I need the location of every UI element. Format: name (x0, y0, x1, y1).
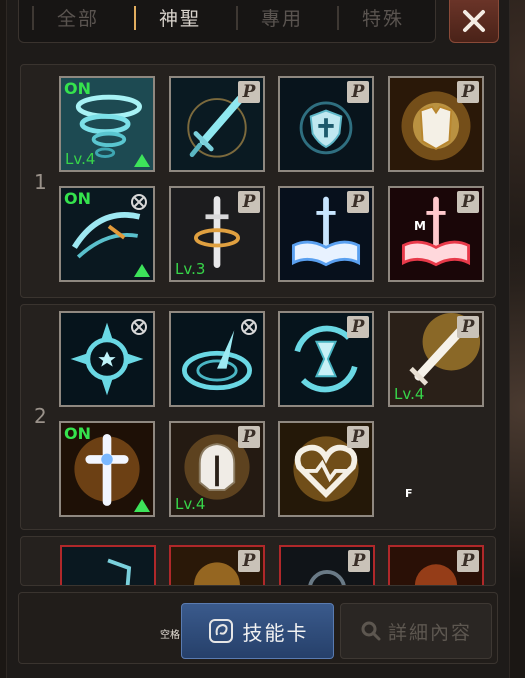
passive-badge: P (348, 550, 370, 572)
skill-slot-holy-book[interactable]: P (278, 186, 374, 282)
skill-slot-helmet[interactable]: P Lv.4 (169, 421, 265, 517)
tab-holy[interactable]: 神聖 (159, 4, 201, 34)
skill-card-label: 技能卡 (242, 620, 309, 645)
active-tab-marker (134, 6, 136, 30)
skill-slot-holy-cross[interactable]: ON (59, 421, 155, 517)
tab-separator (337, 6, 339, 30)
details-label: 詳細內容 (387, 621, 472, 644)
passive-badge: P (238, 81, 260, 103)
skill-group-3: P P P (20, 536, 496, 586)
skill-slot-red-book[interactable]: P M (388, 186, 484, 282)
tab-bar: 全部 神聖 專用 特殊 (18, 0, 436, 43)
skill-slot-hourglass[interactable]: P (278, 311, 374, 407)
tab-special[interactable]: 特殊 (362, 4, 404, 34)
details-button[interactable]: 詳細內容 (340, 603, 492, 659)
skill-slot-whirlwind[interactable]: ON Lv.4 (59, 76, 155, 172)
auto-cast-icon (131, 319, 147, 335)
close-button[interactable] (449, 0, 499, 43)
passive-badge: P (238, 191, 260, 213)
upgrade-arrow-icon (134, 264, 150, 277)
skill-slot[interactable] (60, 545, 156, 585)
on-indicator: ON (64, 424, 91, 443)
skill-card-button[interactable]: 技能卡 (181, 603, 334, 659)
hotkey-hint-label: F (405, 487, 413, 500)
skill-slot-sword-burst[interactable]: P Lv.4 (388, 311, 484, 407)
tab-separator (236, 6, 238, 30)
skill-slot-holy-shield[interactable]: P (278, 76, 374, 172)
skill-level: Lv.4 (394, 385, 425, 403)
skill-slot-holy-star[interactable] (59, 311, 155, 407)
skill-level: Lv.4 (65, 150, 96, 168)
upgrade-arrow-icon (134, 499, 150, 512)
tab-all[interactable]: 全部 (57, 4, 99, 34)
passive-badge: P (347, 316, 369, 338)
skill-slot-wind-slash[interactable]: ON (59, 186, 155, 282)
skill-marker: M (414, 219, 426, 233)
passive-badge: P (347, 191, 369, 213)
passive-badge: P (238, 426, 260, 448)
skill-slot-sword[interactable]: P (169, 76, 265, 172)
skill-slot[interactable]: P (169, 545, 265, 585)
search-icon (361, 621, 381, 641)
group-number: 1 (34, 170, 47, 194)
hotkey-label: 空格 (160, 630, 180, 641)
skill-card-icon (208, 619, 233, 643)
skill-slot[interactable]: P (279, 545, 375, 585)
passive-badge: P (347, 426, 369, 448)
upgrade-arrow-icon (134, 154, 150, 167)
group-number: 2 (34, 404, 47, 428)
tab-exclusive[interactable]: 專用 (261, 4, 303, 34)
skill-slot-sundial[interactable] (169, 311, 265, 407)
skill-slot-heart[interactable]: P (278, 421, 374, 517)
skill-slot-sword-spin[interactable]: P Lv.3 (169, 186, 265, 282)
passive-badge: P (347, 81, 369, 103)
auto-cast-icon (241, 319, 257, 335)
auto-cast-icon (131, 194, 147, 210)
passive-badge: P (457, 316, 479, 338)
on-indicator: ON (64, 189, 91, 208)
tab-separator (32, 6, 34, 30)
skill-level: Lv.4 (175, 495, 206, 513)
skill-slot[interactable]: P (388, 545, 484, 585)
skill-slot-armor[interactable]: P (388, 76, 484, 172)
passive-badge: P (238, 550, 260, 572)
passive-badge: P (457, 81, 479, 103)
on-indicator: ON (64, 79, 91, 98)
shield-skill-icon (62, 547, 154, 585)
passive-badge: P (457, 191, 479, 213)
close-icon (463, 10, 485, 32)
skill-level: Lv.3 (175, 260, 206, 278)
passive-badge: P (457, 550, 479, 572)
